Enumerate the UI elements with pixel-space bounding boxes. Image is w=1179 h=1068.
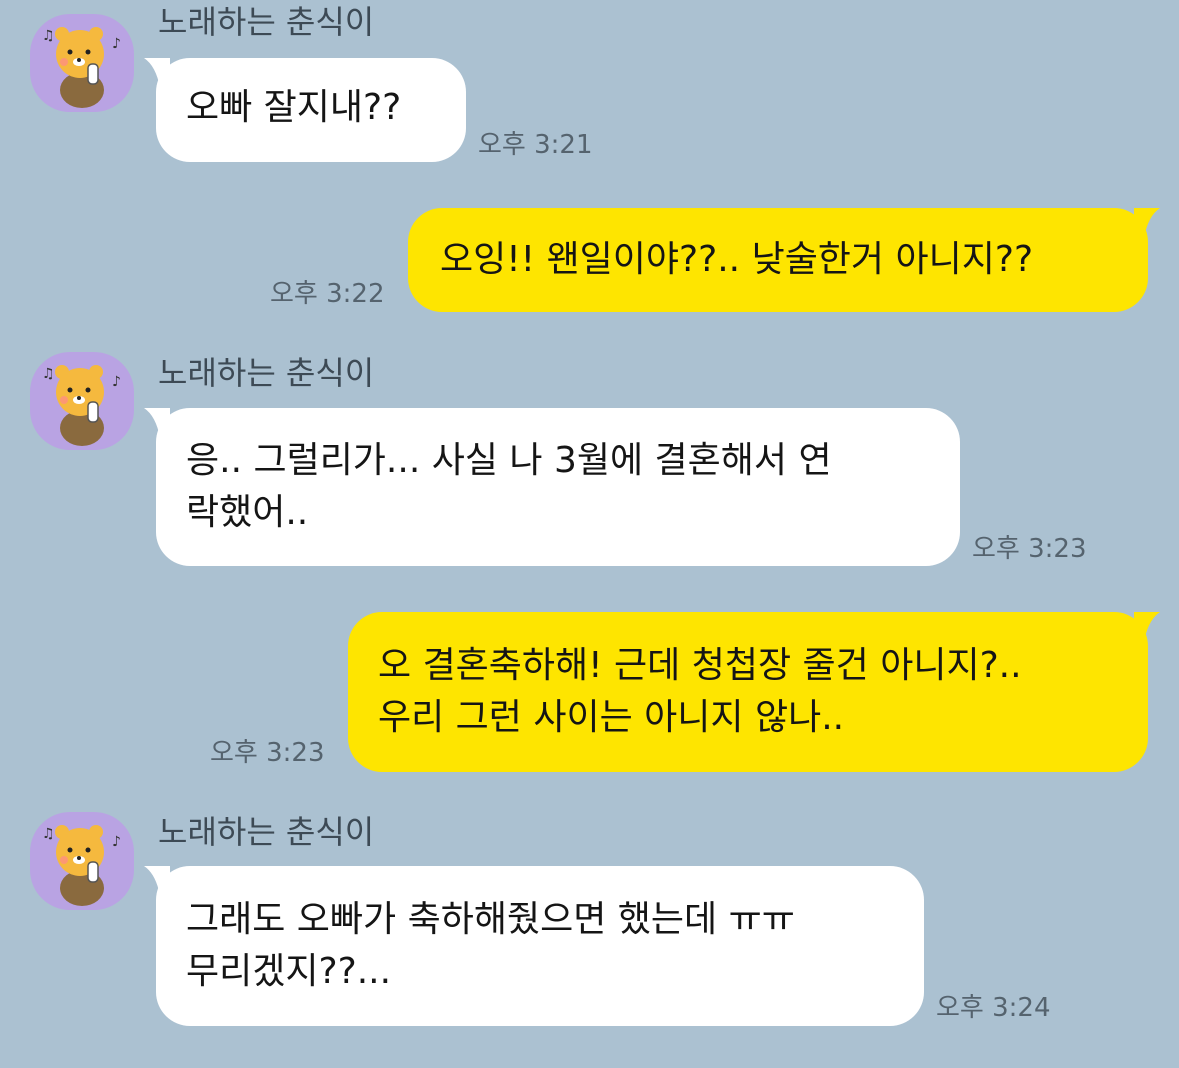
singing-choonsik-avatar-icon: ♫ ♪ [42, 825, 121, 906]
svg-text:♪: ♪ [112, 374, 121, 390]
message-bubble-outgoing[interactable]: 오잉!! 왠일이야??.. 낮술한거 아니지?? [408, 208, 1160, 312]
message-text-line: 그래도 오빠가 축하해줬으면 했는데 ㅠㅠ [186, 899, 795, 940]
sender-avatar[interactable]: ♫ ♪ [30, 14, 134, 112]
message-time: 오후 3:21 [478, 130, 593, 160]
message-text-line: 오 결혼축하해! 근데 청첩장 줄건 아니지?.. [378, 645, 1022, 686]
svg-text:♪: ♪ [112, 834, 121, 850]
message-text-line: 락했어.. [186, 492, 309, 533]
bubble-tail [144, 866, 170, 896]
sender-avatar[interactable]: ♫ ♪ [30, 812, 134, 910]
bubble-tail [1134, 208, 1160, 238]
singing-choonsik-avatar-icon: ♫ ♪ [42, 365, 121, 446]
message-bubble-incoming[interactable]: 그래도 오빠가 축하해줬으면 했는데 ㅠㅠ 무리겠지??... [144, 866, 924, 1026]
message-bubble-incoming[interactable]: 응.. 그럴리가... 사실 나 3월에 결혼해서 연 락했어.. [144, 408, 960, 566]
svg-text:♫: ♫ [42, 366, 55, 382]
sender-avatar[interactable]: ♫ ♪ [30, 352, 134, 450]
sender-name: 노래하는 춘식이 [158, 354, 375, 392]
singing-choonsik-avatar-icon: ♫ ♪ [42, 27, 121, 108]
bubble-tail [144, 58, 170, 88]
message-text: 오잉!! 왠일이야??.. 낮술한거 아니지?? [440, 239, 1034, 280]
message-text-line: 우리 그런 사이는 아니지 않나.. [378, 697, 845, 738]
sender-name: 노래하는 춘식이 [158, 3, 375, 41]
message-time: 오후 3:22 [270, 279, 385, 309]
message-text-line: 무리겠지??... [186, 951, 392, 992]
message-time: 오후 3:24 [936, 993, 1051, 1023]
bubble-tail [144, 408, 170, 438]
svg-text:♪: ♪ [112, 36, 121, 52]
sender-name: 노래하는 춘식이 [158, 813, 375, 851]
svg-text:♫: ♫ [42, 826, 55, 842]
message-time: 오후 3:23 [210, 738, 325, 768]
message-text-line: 응.. 그럴리가... 사실 나 3월에 결혼해서 연 [186, 440, 832, 481]
bubble-tail [1134, 612, 1160, 642]
message-text: 오빠 잘지내?? [186, 87, 402, 128]
message-bubble-incoming[interactable]: 오빠 잘지내?? [144, 58, 466, 162]
message-time: 오후 3:23 [972, 534, 1087, 564]
message-bubble-outgoing[interactable]: 오 결혼축하해! 근데 청첩장 줄건 아니지?.. 우리 그런 사이는 아니지 … [348, 612, 1160, 772]
svg-text:♫: ♫ [42, 28, 55, 44]
